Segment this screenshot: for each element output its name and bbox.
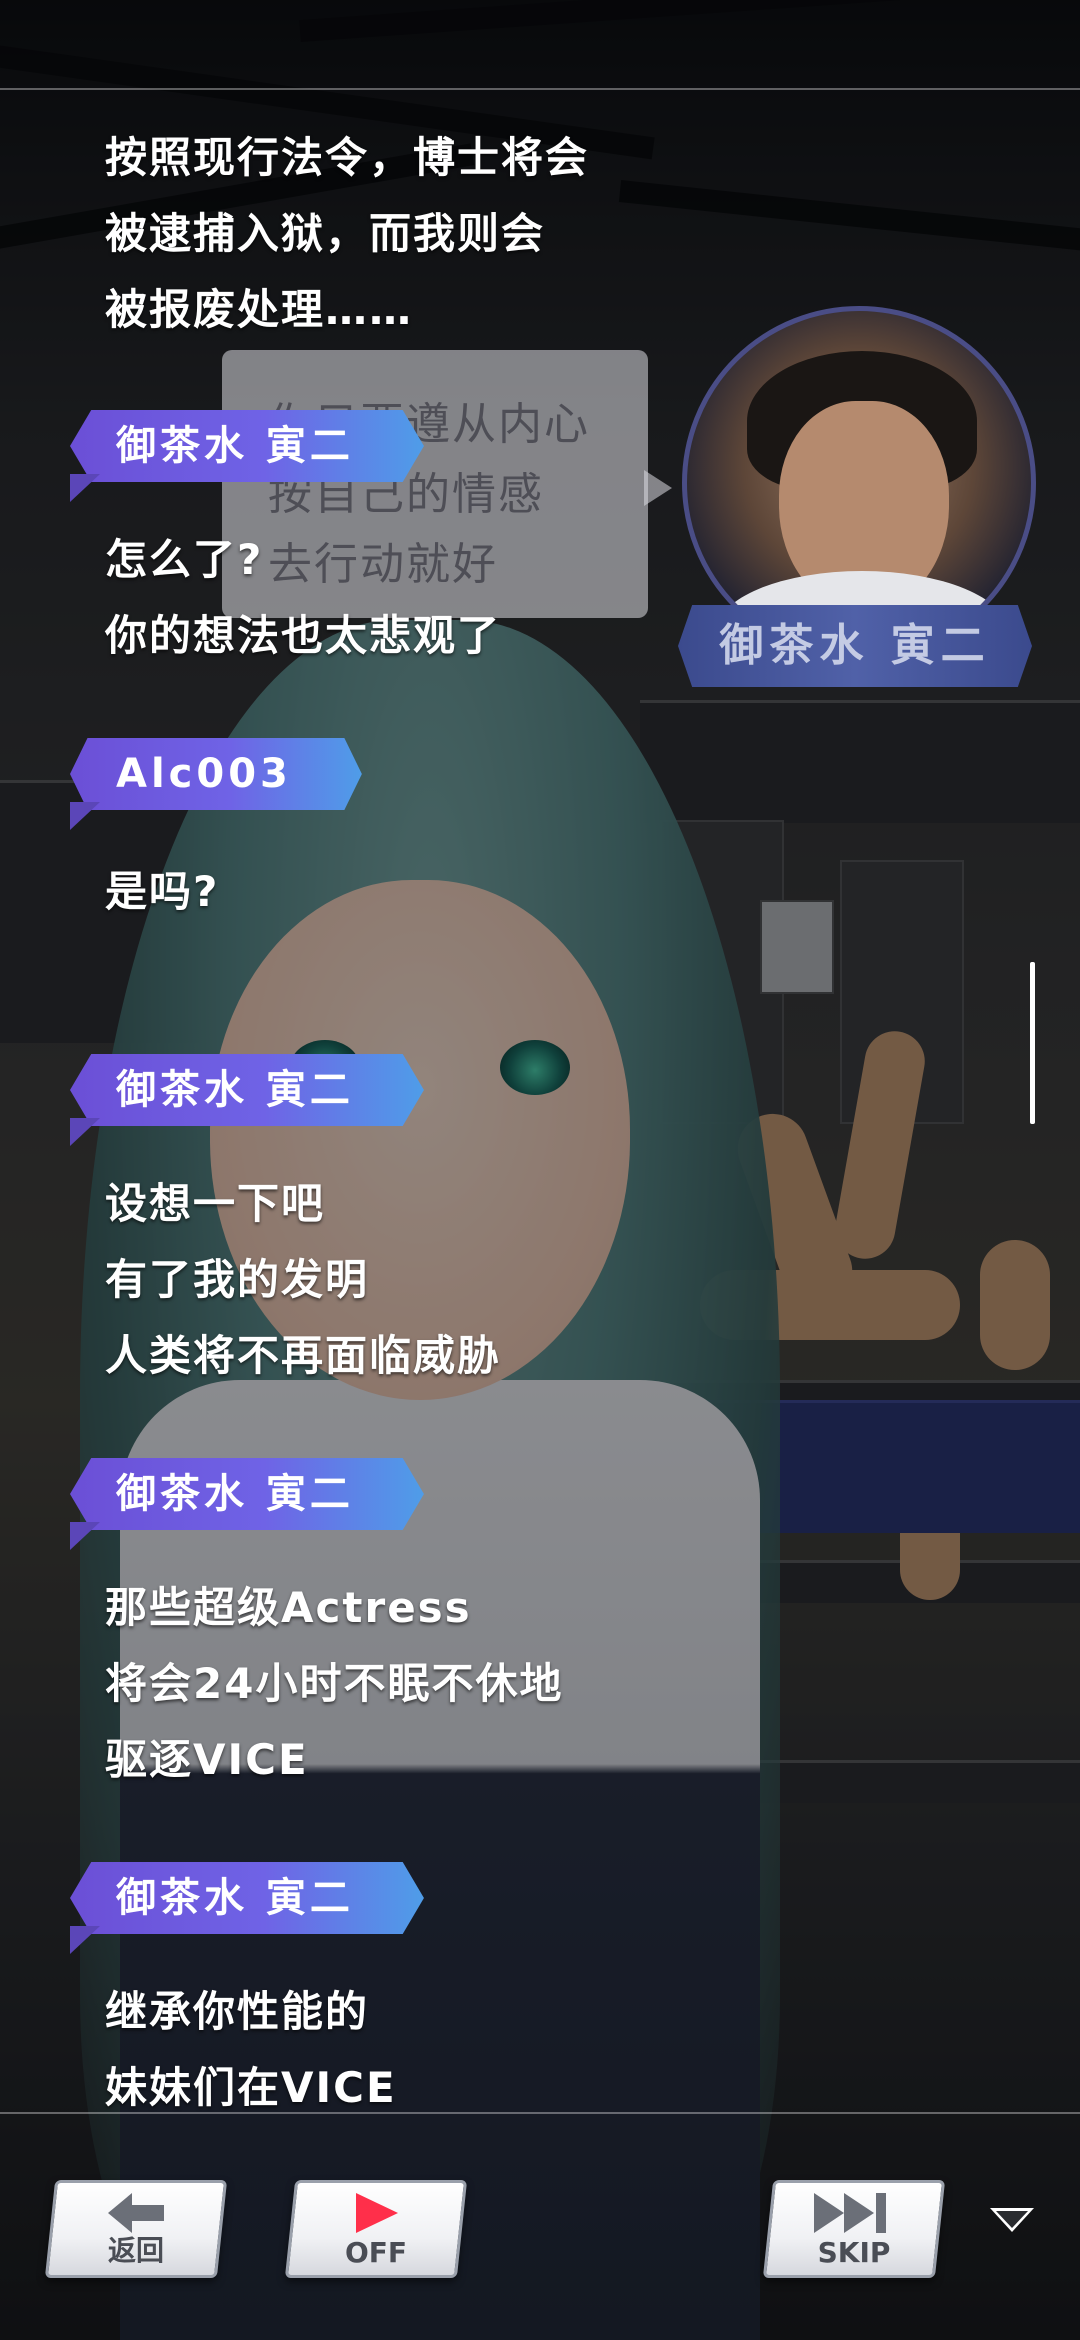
triangle-down-icon-inner	[996, 2211, 1028, 2228]
dialogue-line: 妹妹们在VICE	[105, 2063, 397, 2112]
dialogue-line: 继承你性能的	[105, 1987, 370, 2036]
auto-toggle-label: OFF	[344, 2236, 408, 2269]
skip-button-label: SKIP	[817, 2236, 891, 2269]
dialogue-line: 被报废处理……	[105, 285, 414, 334]
fast-forward-icon	[814, 2193, 894, 2237]
back-button-label: 返回	[107, 2234, 164, 2267]
log-scrollbar[interactable]	[1030, 962, 1035, 1124]
dialogue-line: 被逮捕入狱，而我则会	[105, 209, 546, 258]
speaker-badge: Alc003	[70, 738, 362, 810]
dialogue-line: 将会24小时不眠不休地	[105, 1659, 564, 1708]
dialogue-line: 按照现行法令，博士将会	[105, 133, 590, 182]
speaker-badge: 御茶水 寅二	[70, 1458, 424, 1530]
speaker-badge: 御茶水 寅二	[70, 1862, 424, 1934]
speaker-badge: 御茶水 寅二	[70, 410, 424, 482]
speaker-badge-tick	[70, 1118, 100, 1146]
dialogue-line: 驱逐VICE	[105, 1735, 309, 1784]
speaker-badge-tick	[70, 1926, 100, 1954]
dialogue-line: 有了我的发明	[105, 1255, 370, 1304]
play-icon	[354, 2193, 398, 2237]
backlog-list[interactable]: 按照现行法令，博士将会 被逮捕入狱，而我则会 被报废处理…… 御茶水 寅二 怎么…	[0, 88, 1080, 2112]
skip-button[interactable]: SKIP	[762, 2180, 946, 2278]
bottom-divider	[0, 2112, 1080, 2114]
dialogue-line: 设想一下吧	[105, 1179, 326, 1228]
auto-toggle-button[interactable]: OFF	[284, 2180, 468, 2278]
dialogue-line: 你的想法也太悲观了	[105, 611, 502, 660]
speaker-badge-tick	[70, 1522, 100, 1550]
dialogue-line: 是吗?	[105, 867, 220, 916]
speaker-badge: 御茶水 寅二	[70, 1054, 424, 1126]
dialogue-line: 人类将不再面临威胁	[105, 1331, 502, 1380]
back-button[interactable]: 返回	[44, 2180, 228, 2278]
dialogue-line: 怎么了?	[105, 535, 264, 584]
dialogue-line: 那些超级Actress	[105, 1583, 472, 1632]
